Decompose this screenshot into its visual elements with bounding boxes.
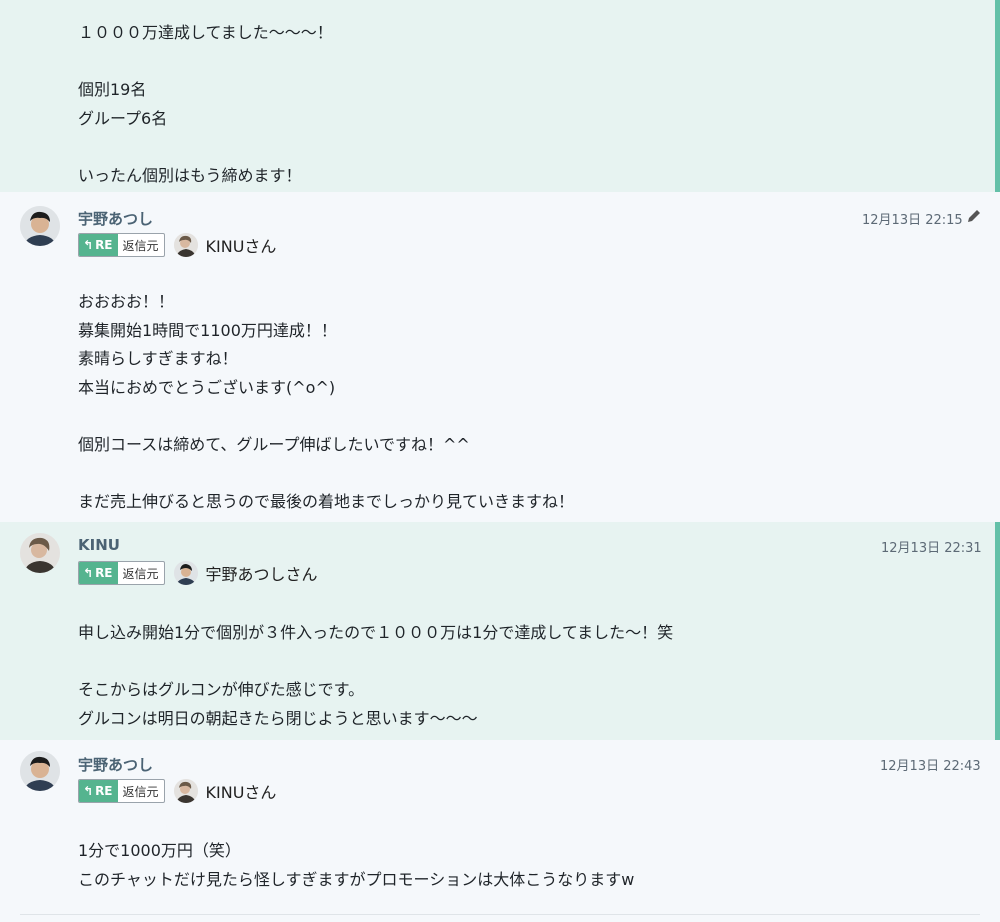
reply-reference[interactable]: ↰ RE 返信元 KINUさん xyxy=(78,778,276,804)
re-label: RE xyxy=(95,784,113,798)
reply-target-name[interactable]: KINUさん xyxy=(206,779,277,803)
reply-target-name[interactable]: KINUさん xyxy=(206,233,277,257)
timestamp: 12月13日 22:31 xyxy=(881,541,982,556)
message-item: 宇野あつし 12月13日 22:15 ↰ RE 返信元 KINUさん おおおお！！… xyxy=(0,192,1000,522)
re-label: RE xyxy=(95,238,113,252)
reply-source-label: 返信元 xyxy=(122,784,159,799)
divider xyxy=(20,914,980,915)
reply-avatar xyxy=(173,779,198,803)
message-body: １０００万達成してました〜〜〜！ 個別19名 グループ6名 いったん個別はもう締… xyxy=(78,23,333,185)
message-item: KINU 12月13日 22:31 ↰ RE 返信元 宇野あつしさん 申し込み開始… xyxy=(0,522,1000,740)
timestamp: 12月13日 22:15 xyxy=(862,213,963,228)
reply-avatar xyxy=(173,561,198,585)
reply-arrow-icon: ↰ xyxy=(83,784,94,798)
message-body: 1分で1000万円（笑） このチャットだけ見たら怪しすぎますがプロモーションは大… xyxy=(78,841,635,889)
reply-reference[interactable]: ↰ RE 返信元 宇野あつしさん xyxy=(78,560,318,586)
avatar[interactable] xyxy=(20,206,60,246)
reply-avatar xyxy=(173,233,198,257)
author-name[interactable]: 宇野あつし xyxy=(78,754,153,775)
message-item: １０００万達成してました〜〜〜！ 個別19名 グループ6名 いったん個別はもう締… xyxy=(0,0,1000,192)
reply-arrow-icon: ↰ xyxy=(83,238,94,252)
message-item: 宇野あつし 12月13日 22:43 ↰ RE 返信元 KINUさん 1分で100… xyxy=(0,740,1000,914)
reply-source-label: 返信元 xyxy=(122,566,159,581)
reply-badge[interactable]: ↰ RE 返信元 xyxy=(78,561,165,585)
reply-badge[interactable]: ↰ RE 返信元 xyxy=(78,779,165,803)
message-body: 申し込み開始1分で個別が３件入ったので１０００万は1分で達成してました〜！笑 そ… xyxy=(78,623,674,728)
pencil-icon[interactable] xyxy=(966,208,982,228)
avatar[interactable] xyxy=(20,751,60,791)
message-body: おおおお！！ 募集開始1時間で1100万円達成！！ 素晴らしすぎますね！ 本当に… xyxy=(78,292,575,511)
author-name[interactable]: 宇野あつし xyxy=(78,208,153,229)
re-label: RE xyxy=(95,566,113,580)
timestamp: 12月13日 22:43 xyxy=(880,759,981,774)
reply-badge[interactable]: ↰ RE 返信元 xyxy=(78,233,165,257)
reply-target-name[interactable]: 宇野あつしさん xyxy=(206,561,318,585)
author-name[interactable]: KINU xyxy=(78,536,120,554)
reply-reference[interactable]: ↰ RE 返信元 KINUさん xyxy=(78,232,276,258)
reply-arrow-icon: ↰ xyxy=(83,566,94,580)
avatar[interactable] xyxy=(20,533,60,573)
reply-source-label: 返信元 xyxy=(122,238,159,253)
